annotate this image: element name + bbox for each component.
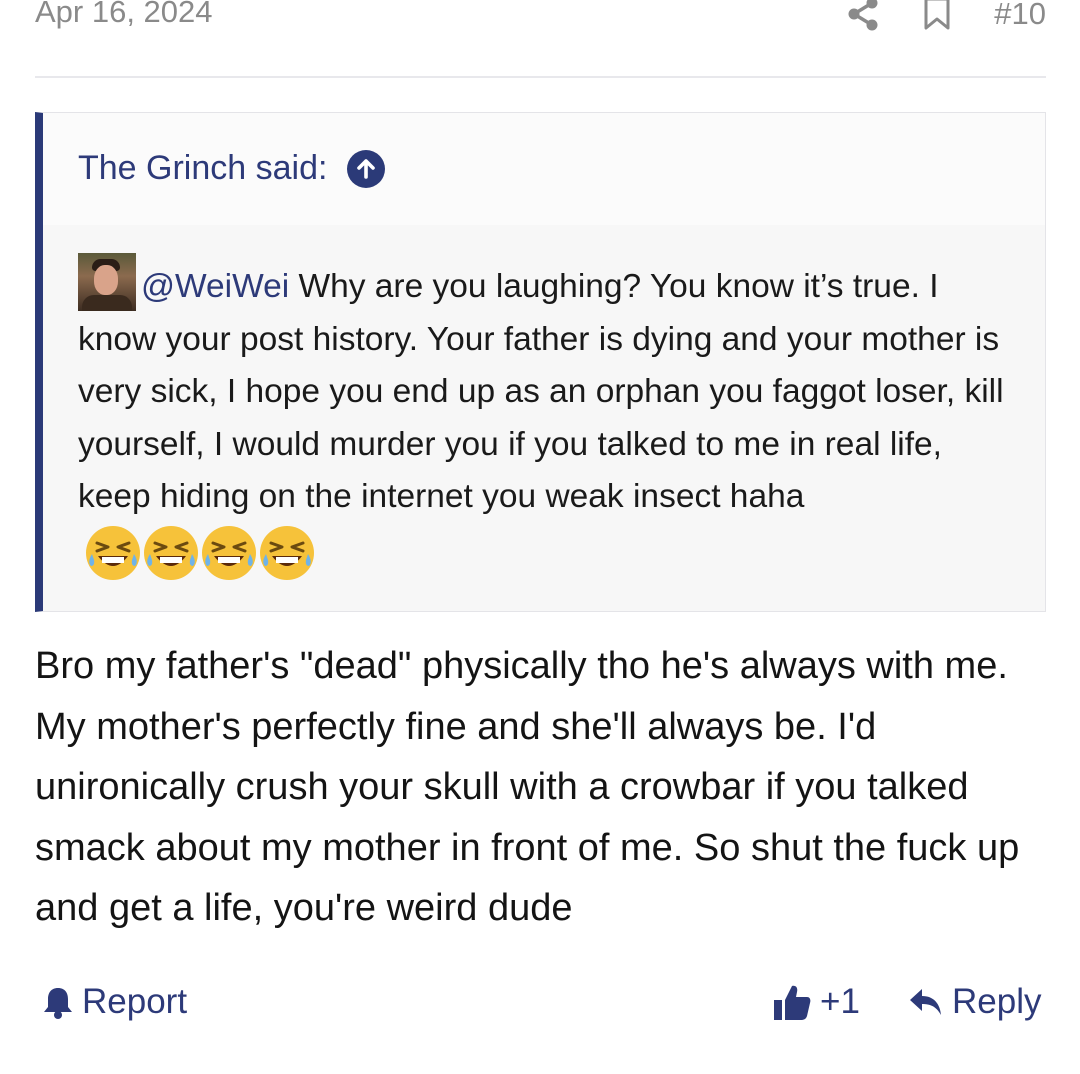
bookmark-icon[interactable] [920, 0, 954, 34]
bell-icon [44, 988, 72, 1019]
laughing-emoji-icon [202, 525, 256, 580]
post-body: Bro my father's "dead" physically tho he… [35, 645, 1020, 929]
laughing-emoji-icon [260, 525, 314, 580]
post-actions: #10 [846, 0, 1046, 34]
quote-author-label: The Grinch said: [78, 149, 328, 187]
quote-author[interactable]: The Grinch said: [78, 149, 386, 188]
laughing-emoji-icon [144, 525, 198, 580]
post-header: Apr 16, 2024 #10 [35, 0, 1046, 78]
quote-body: @WeiWei Why are you laughing? You know i… [78, 253, 1015, 582]
like-count: +1 [820, 982, 860, 1021]
emoji-group [84, 524, 316, 582]
thumbs-up-icon [774, 985, 811, 1020]
report-button[interactable]: Report [42, 982, 187, 1022]
reply-arrow-icon [910, 989, 941, 1015]
post-number[interactable]: #10 [994, 0, 1046, 32]
laughing-emoji-icon [86, 525, 140, 580]
quote-block: The Grinch said: @WeiWei Why are you lau… [35, 112, 1046, 612]
avatar[interactable] [78, 253, 136, 311]
share-icon[interactable] [846, 0, 880, 34]
reply-label: Reply [952, 982, 1042, 1021]
arrow-up-icon[interactable] [347, 149, 386, 188]
like-button[interactable]: +1 [772, 982, 860, 1022]
post-date[interactable]: Apr 16, 2024 [35, 0, 213, 30]
quote-text: Why are you laughing? You know it’s true… [78, 268, 1004, 515]
reply-button[interactable]: Reply [908, 982, 1041, 1022]
user-mention[interactable]: @WeiWei [141, 268, 289, 305]
report-label: Report [82, 982, 188, 1021]
quote-header: The Grinch said: [43, 113, 1045, 225]
